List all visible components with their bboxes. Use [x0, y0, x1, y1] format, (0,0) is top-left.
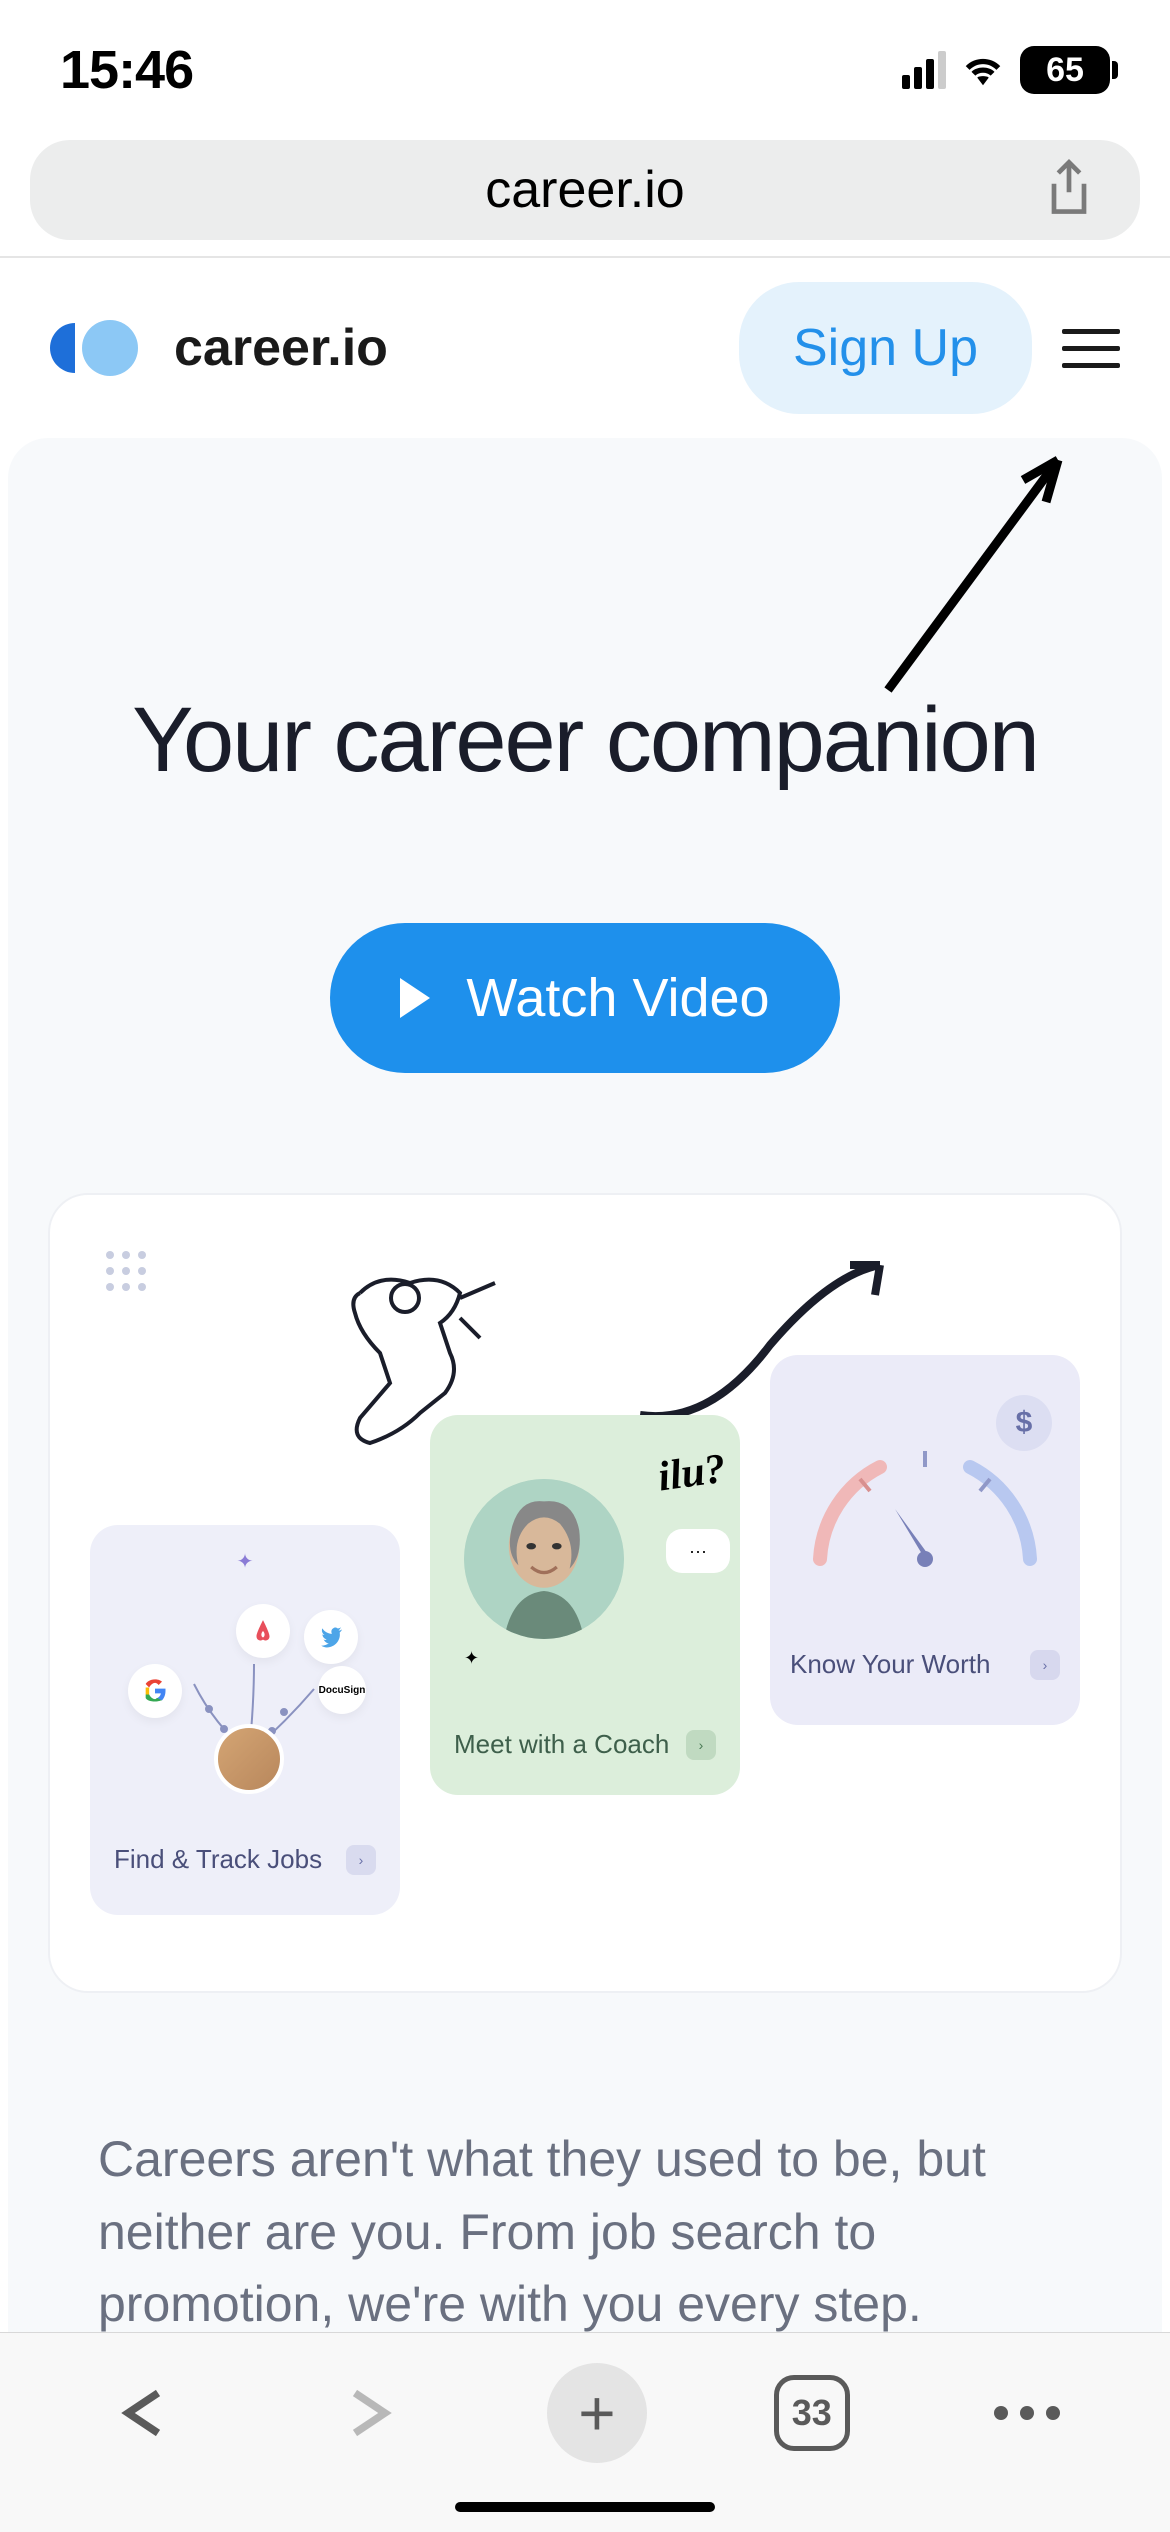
logo-mark-icon	[50, 313, 150, 383]
speech-bubble-icon: ···	[666, 1529, 730, 1573]
company-logo-google-icon	[128, 1664, 182, 1718]
battery-indicator: 65	[1020, 46, 1110, 94]
sparkle-icon: ✦	[114, 1549, 376, 1574]
coach-avatar	[464, 1479, 624, 1639]
status-bar: 15:46 65	[0, 0, 1170, 130]
sparkle-icon: ✦	[464, 1648, 479, 1669]
meet-coach-label: Meet with a Coach	[454, 1729, 669, 1760]
user-avatar	[214, 1724, 284, 1794]
more-menu-button[interactable]	[977, 2363, 1077, 2463]
watch-video-label: Watch Video	[466, 967, 769, 1029]
script-annotation: ilu?	[655, 1445, 729, 1502]
play-icon	[400, 978, 430, 1018]
company-logo-airbnb-icon	[236, 1604, 290, 1658]
feature-cards: ✦ DocuSign	[48, 1193, 1122, 1993]
hamburger-menu-icon[interactable]	[1062, 329, 1120, 368]
watch-video-button[interactable]: Watch Video	[330, 923, 839, 1073]
gauge-icon	[790, 1409, 1060, 1589]
logo[interactable]: career.io	[50, 313, 388, 383]
url-text: career.io	[485, 160, 684, 220]
status-time: 15:46	[60, 39, 193, 101]
body-copy: Careers aren't what they used to be, but…	[8, 1993, 1162, 2341]
forward-button[interactable]	[320, 2363, 420, 2463]
hero-section: Your career companion Watch Video	[8, 438, 1162, 2341]
logo-text: career.io	[174, 318, 388, 378]
chevron-right-icon: ›	[346, 1845, 376, 1875]
new-tab-button[interactable]: +	[547, 2363, 647, 2463]
find-track-jobs-card[interactable]: ✦ DocuSign	[90, 1525, 400, 1915]
status-icons: 65	[902, 46, 1110, 94]
chevron-right-icon: ›	[1030, 1650, 1060, 1680]
home-indicator[interactable]	[455, 2502, 715, 2512]
url-bar[interactable]: career.io	[30, 140, 1140, 240]
know-worth-card[interactable]: $ Know Your Worth	[770, 1355, 1080, 1725]
chevron-right-icon: ›	[686, 1730, 716, 1760]
tabs-button[interactable]: 33	[774, 2375, 850, 2451]
site-nav: career.io Sign Up	[0, 258, 1170, 438]
back-button[interactable]	[93, 2363, 193, 2463]
company-logo-docusign-icon: DocuSign	[318, 1666, 366, 1714]
cellular-signal-icon	[902, 51, 946, 89]
meet-coach-card[interactable]: ilu? ··· ✦ Meet with a Coach ›	[430, 1415, 740, 1795]
more-dots-icon	[994, 2406, 1060, 2420]
hero-title: Your career companion	[8, 688, 1162, 793]
company-logo-twitter-icon	[304, 1610, 358, 1664]
know-worth-label: Know Your Worth	[790, 1649, 990, 1680]
wifi-icon	[960, 48, 1006, 93]
signup-button[interactable]: Sign Up	[739, 282, 1032, 414]
find-track-jobs-label: Find & Track Jobs	[114, 1844, 322, 1875]
share-icon[interactable]	[1042, 158, 1096, 223]
